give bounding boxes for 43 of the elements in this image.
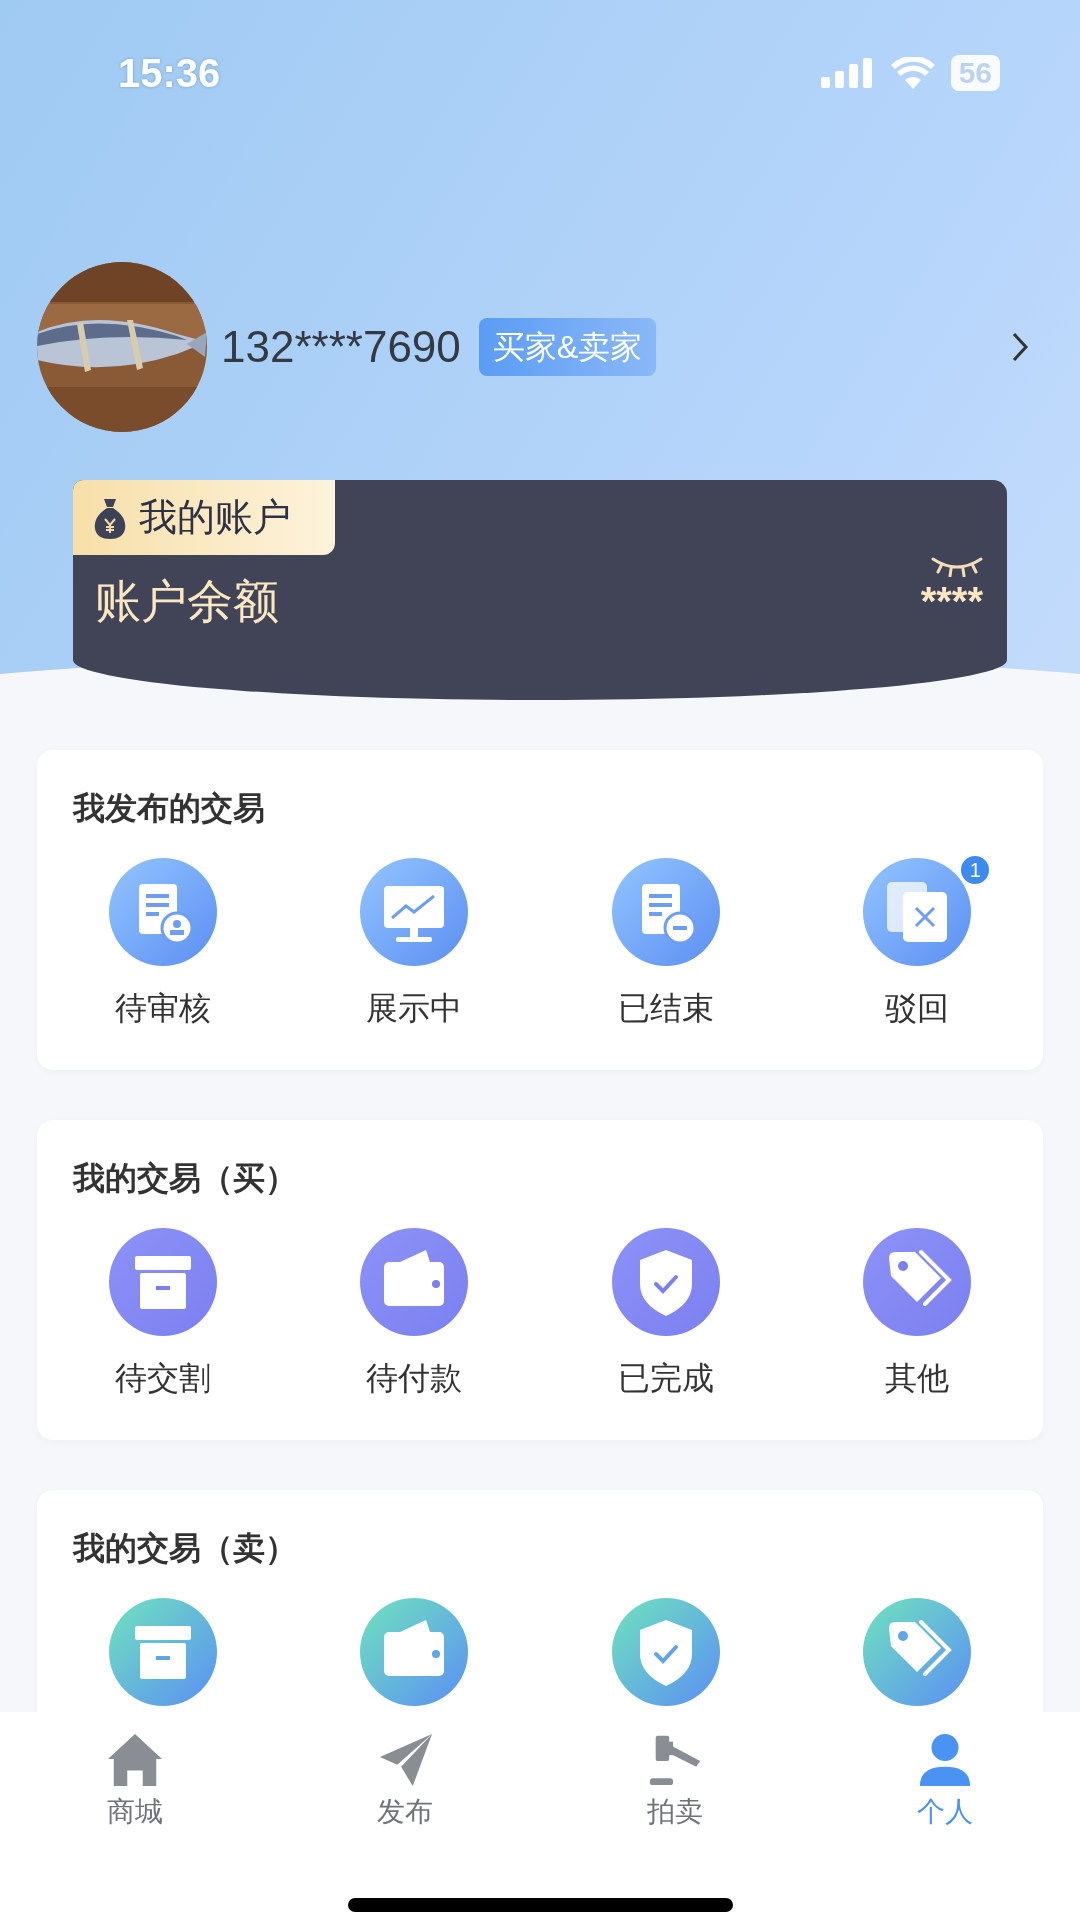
item-label: 驳回 — [885, 989, 950, 1028]
closed-eye-icon[interactable] — [931, 555, 983, 577]
item-label: 已结束 — [617, 989, 714, 1028]
wifi-icon — [890, 56, 935, 89]
item-label: 其他 — [885, 1359, 950, 1398]
wallet-icon[interactable] — [360, 1598, 469, 1706]
item-label: 待付款 — [366, 1359, 463, 1398]
item-label: 待审核 — [114, 989, 211, 1028]
tab-button[interactable]: 商城 — [107, 1732, 163, 1830]
shield-check-icon[interactable] — [611, 1228, 720, 1336]
role-badge: 买家&卖家 — [478, 318, 657, 376]
signal-icon — [820, 57, 875, 88]
money-bag-icon — [93, 496, 127, 539]
item-label: 已完成 — [617, 1359, 714, 1398]
person-icon — [917, 1732, 973, 1788]
box-icon[interactable] — [108, 1228, 217, 1336]
tab-button[interactable]: 发布 — [377, 1732, 433, 1830]
document-minus-icon[interactable] — [611, 858, 720, 966]
tag-icon[interactable] — [863, 1228, 972, 1336]
tab-button[interactable]: 个人 — [917, 1732, 973, 1830]
item-label: 待交割 — [114, 1359, 211, 1398]
item-label: 展示中 — [366, 989, 463, 1028]
battery-level: 56 — [950, 54, 1000, 91]
home-icon — [107, 1732, 163, 1788]
copy-cross-icon[interactable] — [863, 858, 972, 966]
phone-number: 132****7690 — [221, 321, 461, 373]
wallet-icon[interactable] — [360, 1228, 469, 1336]
balance-label: 账户余额 — [95, 574, 279, 629]
tab-button[interactable]: 拍卖 — [647, 1732, 703, 1830]
count-badge: 1 — [959, 854, 992, 886]
tag-icon[interactable] — [863, 1598, 972, 1706]
box-icon[interactable] — [108, 1598, 217, 1706]
account-tag-label: 我的账户 — [139, 495, 291, 540]
section-title: 我的交易（买） — [73, 1159, 297, 1198]
document-stamp-icon[interactable] — [108, 858, 217, 966]
chevron-right-icon[interactable] — [1010, 331, 1030, 363]
section-title: 我的交易（卖） — [73, 1529, 297, 1568]
shield-check-icon[interactable] — [611, 1598, 720, 1706]
account-card[interactable]: 我的账户 账户余额 **** — [73, 480, 1007, 700]
balance-value: **** — [920, 578, 983, 625]
section-title: 我发布的交易 — [73, 789, 265, 828]
status-time: 15:36 — [118, 49, 221, 97]
monitor-chart-icon[interactable] — [360, 858, 469, 966]
